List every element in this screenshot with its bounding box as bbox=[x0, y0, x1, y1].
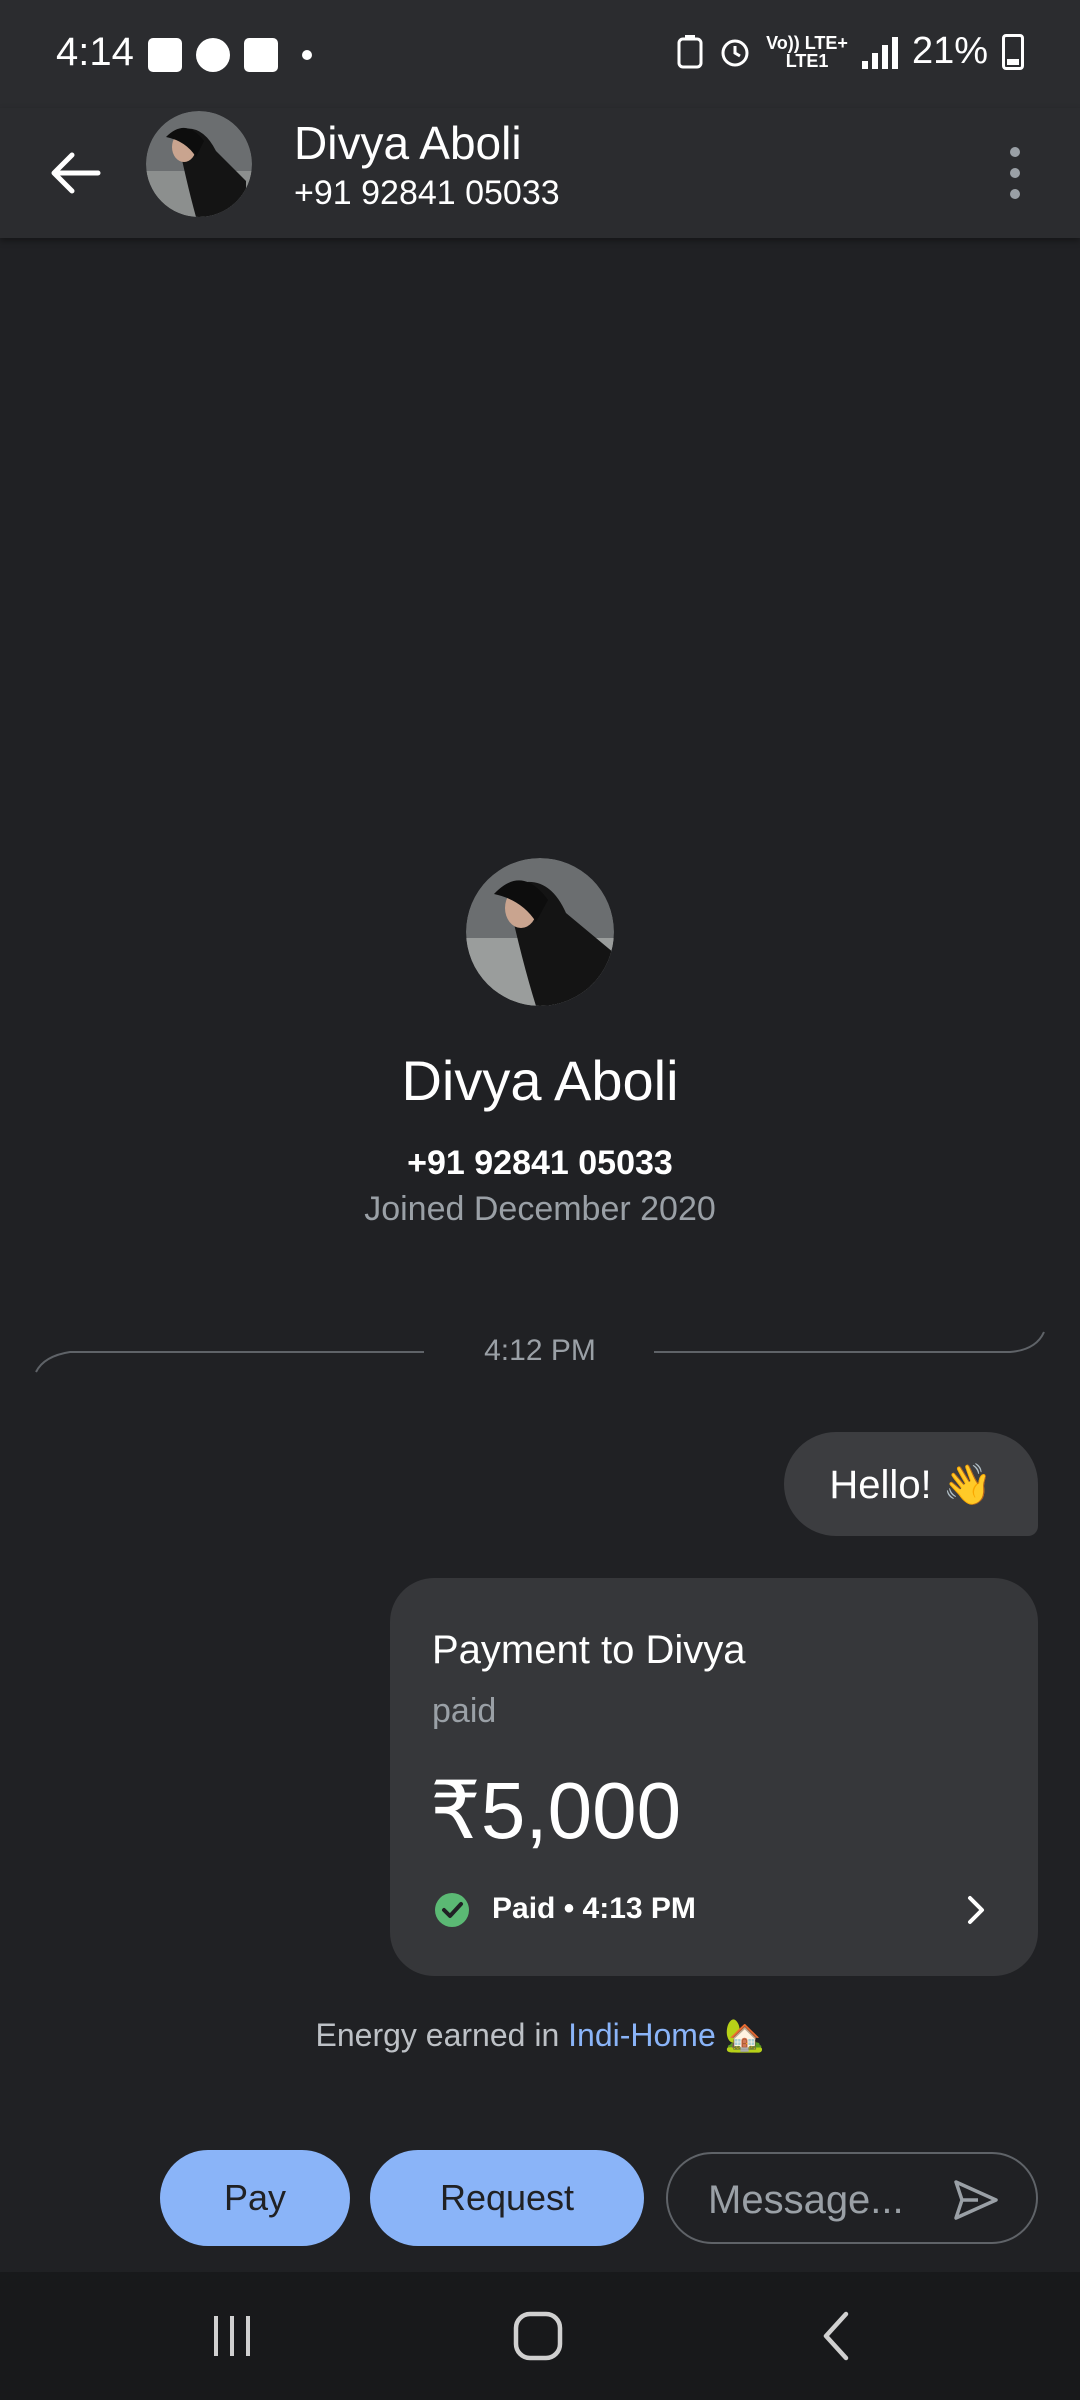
message-bubble[interactable]: Hello! 👋 bbox=[784, 1432, 1038, 1536]
indi-home-link[interactable]: Indi-Home bbox=[568, 2017, 716, 2053]
battery-percent: 21% bbox=[911, 30, 988, 72]
network-type: Vo)) LTE+ LTE1 bbox=[766, 34, 848, 70]
header-contact-phone: +91 92841 05033 bbox=[294, 174, 560, 212]
payment-amount: ₹5,000 bbox=[430, 1766, 682, 1855]
news-icon bbox=[244, 38, 278, 72]
back-arrow-icon[interactable] bbox=[40, 138, 110, 208]
contact-avatar[interactable] bbox=[146, 111, 252, 217]
request-button[interactable]: Request bbox=[370, 2150, 644, 2246]
network-type-top: Vo)) LTE+ bbox=[766, 32, 848, 53]
chat-timestamp: 4:12 PM bbox=[484, 1334, 596, 1367]
pay-button[interactable]: Pay bbox=[160, 2150, 350, 2246]
status-right: Vo)) LTE+ LTE1 21% bbox=[676, 30, 1024, 73]
screen: 4:14 Vo)) LTE+ LTE1 21% Divya Aboli +91 … bbox=[0, 0, 1080, 2400]
chevron-right-icon[interactable] bbox=[958, 1892, 994, 1928]
profile-avatar bbox=[466, 858, 614, 1006]
signal-icon bbox=[861, 35, 898, 69]
home-icon[interactable] bbox=[508, 2306, 568, 2366]
more-options-icon[interactable] bbox=[990, 138, 1040, 208]
alarm-icon bbox=[721, 39, 749, 66]
payment-status: Paid • 4:13 PM bbox=[492, 1892, 696, 1925]
message-placeholder: Message... bbox=[708, 2178, 904, 2222]
energy-prefix: Energy earned in bbox=[315, 2017, 569, 2053]
house-icon: 🏡 bbox=[724, 2017, 765, 2053]
payment-subtitle: paid bbox=[432, 1692, 497, 1730]
notification-icons bbox=[148, 38, 312, 72]
app-bar: Divya Aboli +91 92841 05033 bbox=[0, 108, 1080, 238]
send-icon[interactable] bbox=[952, 2178, 1000, 2222]
message-input[interactable]: Message... bbox=[666, 2152, 1038, 2244]
system-nav-bar bbox=[0, 2272, 1080, 2400]
more-notifications-dot-icon bbox=[302, 50, 312, 60]
back-nav-icon[interactable] bbox=[808, 2306, 868, 2366]
battery-saver-icon bbox=[677, 34, 703, 68]
battery-icon bbox=[1002, 33, 1024, 70]
payment-card[interactable]: Payment to Divya paid ₹5,000 Paid • 4:13… bbox=[390, 1578, 1038, 1976]
profile-phone: +91 92841 05033 bbox=[407, 1144, 673, 1182]
network-type-bottom: LTE1 bbox=[785, 50, 829, 71]
status-time: 4:14 bbox=[56, 30, 134, 74]
profile-joined-date: Joined December 2020 bbox=[364, 1190, 716, 1228]
energy-earned-text: Energy earned in Indi-Home 🏡 bbox=[0, 2016, 1080, 2054]
chat-bubble-icon bbox=[196, 38, 230, 72]
gallery-icon bbox=[148, 38, 182, 72]
header-contact-name[interactable]: Divya Aboli bbox=[294, 116, 522, 170]
status-bar: 4:14 Vo)) LTE+ LTE1 21% bbox=[0, 0, 1080, 108]
check-circle-icon bbox=[435, 1893, 469, 1927]
profile-name: Divya Aboli bbox=[401, 1049, 679, 1112]
payment-title: Payment to Divya bbox=[432, 1628, 746, 1672]
recent-apps-icon[interactable] bbox=[202, 2306, 262, 2366]
